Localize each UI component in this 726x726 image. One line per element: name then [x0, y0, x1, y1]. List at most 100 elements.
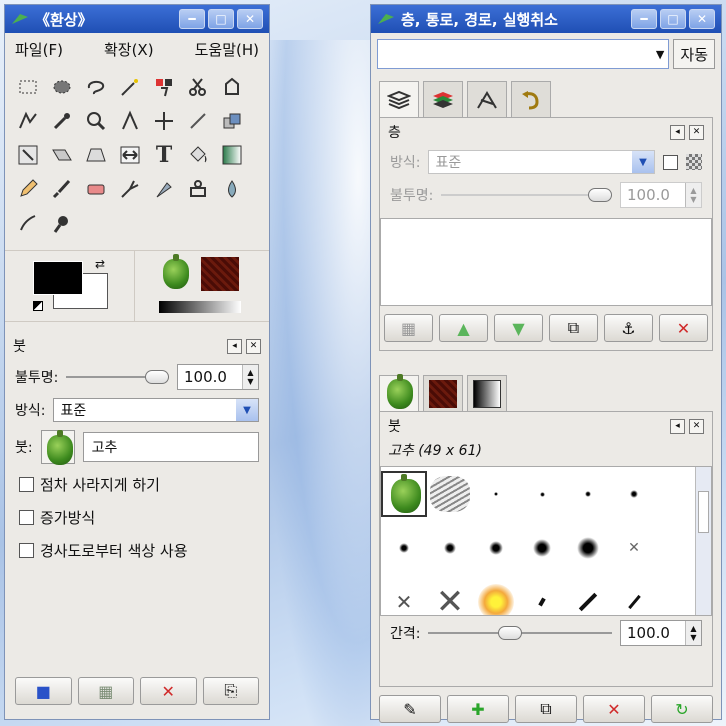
ink-icon[interactable]: [147, 172, 181, 206]
smudge-icon[interactable]: [11, 206, 45, 240]
opacity-slider[interactable]: [66, 366, 169, 388]
crop-icon[interactable]: [181, 104, 215, 138]
layer-opacity-slider[interactable]: [441, 184, 612, 206]
brush-cross-2[interactable]: ✕: [396, 590, 413, 614]
heal-icon[interactable]: [215, 172, 249, 206]
lower-layer-icon[interactable]: ▼: [494, 314, 543, 342]
auto-button[interactable]: 자동: [673, 39, 715, 69]
brush-dot-9[interactable]: [577, 537, 599, 559]
tab-layers[interactable]: [379, 81, 419, 117]
anchor-layer-icon[interactable]: ⚓: [604, 314, 653, 342]
measure-icon[interactable]: [113, 104, 147, 138]
brushes-scrollbar[interactable]: [695, 467, 711, 615]
pattern-indicator[interactable]: [201, 257, 239, 291]
tab-patterns[interactable]: [423, 375, 463, 411]
airbrush-icon[interactable]: [113, 172, 147, 206]
brushes-grid[interactable]: ✕ ✕ ✕: [380, 466, 712, 616]
refresh-brushes-icon[interactable]: ↻: [651, 695, 713, 723]
save-options-icon[interactable]: ■: [15, 677, 72, 705]
lasso-icon[interactable]: [79, 70, 113, 104]
incremental-checkbox[interactable]: 증가방식: [5, 501, 269, 534]
delete-brush-icon[interactable]: ✕: [583, 695, 645, 723]
flip-icon[interactable]: [113, 138, 147, 172]
bucket-fill-icon[interactable]: [181, 138, 215, 172]
tab-undo[interactable]: [511, 81, 551, 117]
brush-dot-1[interactable]: [494, 492, 498, 496]
close-button[interactable]: ✕: [689, 9, 715, 29]
layers-list[interactable]: [380, 218, 712, 306]
restore-options-icon[interactable]: ▦: [77, 677, 134, 705]
magic-wand-icon[interactable]: [113, 70, 147, 104]
menu-file[interactable]: 파일(F): [15, 39, 63, 60]
eraser-icon[interactable]: [79, 172, 113, 206]
paths-icon[interactable]: [11, 104, 45, 138]
layer-opacity-spinbutton[interactable]: 100.0 ▲ ▼: [620, 182, 702, 208]
new-layer-icon[interactable]: ▦: [384, 314, 433, 342]
mode-select[interactable]: 표준 ▼: [53, 398, 259, 422]
maximize-button[interactable]: □: [208, 9, 234, 29]
scissors-icon[interactable]: [181, 70, 215, 104]
close-tab-icon[interactable]: ✕: [689, 418, 704, 434]
image-selector-combo[interactable]: ▼: [377, 39, 670, 69]
brush-calligraphy-2[interactable]: [578, 592, 598, 612]
move-icon[interactable]: [147, 104, 181, 138]
brush-dot-7[interactable]: [489, 541, 503, 555]
menu-extension[interactable]: 확장(X): [104, 39, 154, 60]
gradient-indicator[interactable]: [159, 301, 241, 313]
foreground-select-icon[interactable]: [215, 70, 249, 104]
default-colors-icon[interactable]: [33, 301, 43, 311]
brush-preview-button[interactable]: [40, 430, 75, 465]
brush-cross-3[interactable]: ✕: [436, 582, 465, 615]
brush-dot-2[interactable]: [539, 491, 545, 497]
dodge-burn-icon[interactable]: [45, 206, 79, 240]
tab-menu-icon[interactable]: ◂: [670, 124, 685, 140]
duplicate-layer-icon[interactable]: ⧉: [549, 314, 598, 342]
tab-paths[interactable]: [467, 81, 507, 117]
edit-brush-icon[interactable]: ✎: [379, 695, 441, 723]
minimize-button[interactable]: ━: [631, 9, 657, 29]
swap-colors-icon[interactable]: ⇄: [95, 257, 105, 271]
brush-indicator-icon[interactable]: [163, 254, 189, 289]
scale-icon[interactable]: [11, 138, 45, 172]
delete-layer-icon[interactable]: ✕: [659, 314, 708, 342]
toolbox-titlebar[interactable]: 《환상》 ━ □ ✕: [5, 5, 269, 33]
use-gradient-color-checkbox[interactable]: 경사도로부터 색상 사용: [5, 534, 269, 567]
zoom-icon[interactable]: [79, 104, 113, 138]
rect-select-icon[interactable]: [11, 70, 45, 104]
pencil-icon[interactable]: [11, 172, 45, 206]
tab-gradients[interactable]: [467, 375, 507, 411]
spacing-slider[interactable]: [428, 622, 612, 644]
close-button[interactable]: ✕: [237, 9, 263, 29]
raise-layer-icon[interactable]: ▲: [439, 314, 488, 342]
fade-out-checkbox[interactable]: 점차 사라지게 하기: [5, 468, 269, 501]
new-brush-icon[interactable]: ✚: [447, 695, 509, 723]
brush-dot-6[interactable]: [444, 542, 456, 554]
perspective-icon[interactable]: [79, 138, 113, 172]
clone-icon[interactable]: [181, 172, 215, 206]
ellipse-select-icon[interactable]: [45, 70, 79, 104]
text-icon[interactable]: T: [147, 138, 181, 172]
dock-titlebar[interactable]: 층, 통로, 경로, 실행취소 ━ □ ✕: [371, 5, 721, 33]
brush-pepper[interactable]: [381, 471, 427, 517]
paintbrush-icon[interactable]: [45, 172, 79, 206]
duplicate-brush-icon[interactable]: ⧉: [515, 695, 577, 723]
brush-dot-4[interactable]: [630, 490, 638, 498]
rotate-icon[interactable]: [215, 104, 249, 138]
delete-options-icon[interactable]: ✕: [140, 677, 197, 705]
blend-icon[interactable]: [215, 138, 249, 172]
layer-mode-select[interactable]: 표준 ▼: [428, 150, 655, 174]
foreground-color-swatch[interactable]: [33, 261, 83, 295]
brush-calligraphy-3[interactable]: [627, 594, 641, 610]
maximize-button[interactable]: □: [660, 9, 686, 29]
spacing-spinbutton[interactable]: 100.0 ▲ ▼: [620, 620, 702, 646]
tab-menu-icon[interactable]: ◂: [670, 418, 685, 434]
minimize-button[interactable]: ━: [179, 9, 205, 29]
tab-menu-icon[interactable]: ◂: [227, 338, 242, 354]
tab-channels[interactable]: [423, 81, 463, 117]
brush-dot-8[interactable]: [533, 539, 551, 557]
select-by-color-icon[interactable]: [147, 70, 181, 104]
brush-name-field[interactable]: 고추: [82, 432, 259, 462]
brush-calligraphy-1[interactable]: [538, 597, 546, 607]
brush-dot-3[interactable]: [585, 491, 591, 497]
lock-checkbox[interactable]: [663, 154, 678, 170]
